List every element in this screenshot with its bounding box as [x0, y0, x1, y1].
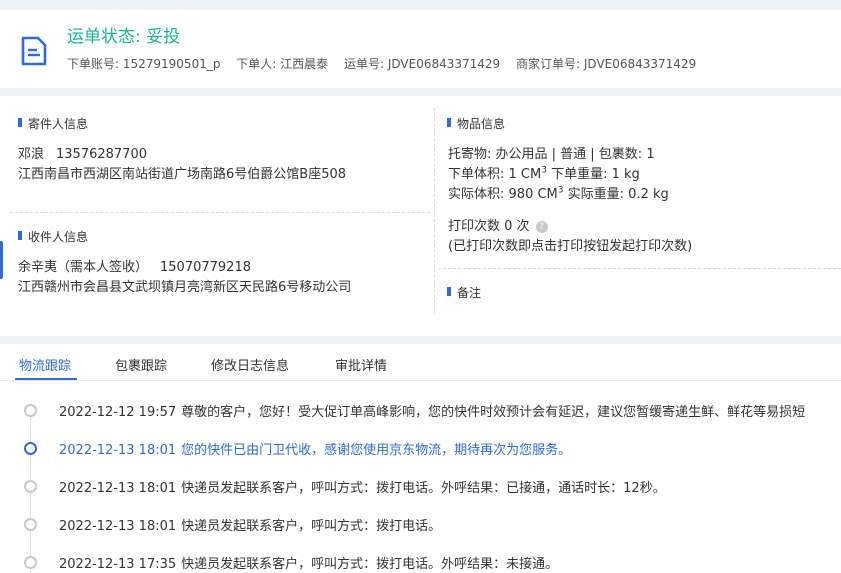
sender-contact: 邓浪 13576287700	[18, 143, 147, 162]
order-volume-exponent: 3	[541, 165, 547, 176]
event-text: 快递员发起联系客户，呼叫方式：拨打电话。外呼结果：已接通，通话时长：12秒。	[181, 481, 666, 496]
timeline-event: 2022-12-13 17:35 快递员发起联系客户，呼叫方式：拨打电话。外呼结果…	[0, 553, 841, 573]
goods-summary: 托寄物: 办公用品 | 普通 | 包裹数: 1	[448, 147, 655, 162]
document-icon	[21, 36, 47, 66]
waybill-status: 运单状态: 妥投	[67, 27, 181, 47]
order-volume-value: 1 CM	[508, 167, 542, 182]
actual-volume-label: 实际体积:	[448, 187, 505, 202]
timeline-dot	[24, 480, 37, 493]
event-text: 您的快件已由门卫代收，感谢您使用京东物流，期待再次为您服务。	[181, 443, 572, 458]
merchant-order-number: 商家订单号: JDVE06843371429	[516, 57, 697, 71]
sender-divider	[10, 212, 430, 213]
actual-weight: 实际重量: 0.2 kg	[567, 187, 669, 202]
timeline-event: 2022-12-12 19:57 尊敬的客户，您好！受大促订单高峰影响，您的快件时…	[0, 401, 841, 421]
goods-order-volume-weight: 下单体积: 1 CM3 下单重量: 1 kg	[448, 163, 640, 182]
sender-section-title: 寄件人信息	[18, 115, 88, 132]
receiver-phone: 15070779218	[160, 260, 251, 275]
receiver-name: 余辛夷（需本人签收）	[18, 260, 149, 275]
waybill-header: 运单状态: 妥投 下单账号: 15279190501_p 下单人: 江西晨泰 运…	[0, 10, 841, 88]
shipment-info: 寄件人信息 邓浪 13576287700 江西南昌市西湖区南站街道广场南路6号伯爵…	[0, 96, 841, 336]
side-tab-indicator[interactable]	[0, 241, 3, 279]
tab-approval-details[interactable]: 审批详情	[335, 355, 387, 374]
tab-bar: 物流跟踪 包裹跟踪 修改日志信息 审批详情	[0, 344, 841, 382]
timeline-event: 2022-12-13 18:01 快递员发起联系客户，呼叫方式：拨打电话。	[0, 515, 841, 535]
waybill-meta: 下单账号: 15279190501_p 下单人: 江西晨泰 运单号: JDVE0…	[67, 55, 708, 72]
tab-package-tracking[interactable]: 包裹跟踪	[115, 355, 167, 374]
receiver-section-title: 收件人信息	[18, 228, 88, 245]
print-count: 打印次数 0 次	[448, 219, 530, 234]
help-icon[interactable]: ?	[535, 221, 548, 233]
timeline-event-latest: 2022-12-13 18:01 您的快件已由门卫代收，感谢您使用京东物流，期待再…	[0, 439, 841, 459]
sender-phone: 13576287700	[56, 147, 147, 162]
event-time: 2022-12-13 18:01	[59, 481, 177, 496]
order-volume-label: 下单体积:	[448, 167, 505, 182]
actual-volume-value: 980 CM	[508, 187, 558, 202]
timeline-dot	[24, 556, 37, 569]
event-text: 快递员发起联系客户，呼叫方式：拨打电话。	[181, 519, 442, 534]
event-text: 尊敬的客户，您好！受大促订单高峰影响，您的快件时效预计会有延迟，建议您暂缓寄递生…	[181, 405, 806, 420]
event-time: 2022-12-13 18:01	[59, 443, 177, 458]
goods-actual-volume-weight: 实际体积: 980 CM3 实际重量: 0.2 kg	[448, 183, 669, 202]
order-account: 下单账号: 15279190501_p	[67, 57, 221, 71]
receiver-address: 江西赣州市会昌县文武坝镇月亮湾新区天民路6号移动公司	[18, 280, 352, 295]
orderer: 下单人: 江西晨泰	[236, 57, 329, 71]
tab-bar-border	[0, 380, 841, 381]
order-weight: 下单重量: 1 kg	[551, 167, 640, 182]
tracking-panel: 物流跟踪 包裹跟踪 修改日志信息 审批详情 2022-12-12 19:57 尊敬…	[0, 344, 841, 573]
timeline-dot	[24, 404, 37, 417]
print-note: (已打印次数即点击打印按钮发起打印次数)	[448, 239, 693, 254]
goods-section-title: 物品信息	[447, 115, 505, 132]
event-text: 快递员发起联系客户，呼叫方式：拨打电话。外呼结果：未接通。	[181, 557, 559, 572]
timeline-dot	[24, 442, 37, 455]
sender-name: 邓浪	[18, 147, 45, 162]
sender-address: 江西南昌市西湖区南站街道广场南路6号伯爵公馆B座508	[18, 167, 347, 182]
waybill-number: 运单号: JDVE06843371429	[343, 57, 501, 71]
event-time: 2022-12-13 17:35	[59, 557, 177, 572]
print-count-row: 打印次数 0 次?	[448, 215, 548, 234]
timeline-event: 2022-12-13 18:01 快递员发起联系客户，呼叫方式：拨打电话。外呼结果…	[0, 477, 841, 497]
event-time: 2022-12-12 19:57	[59, 405, 177, 420]
tab-modification-log[interactable]: 修改日志信息	[211, 355, 289, 374]
column-divider	[434, 108, 435, 313]
remark-section-title: 备注	[447, 284, 481, 301]
tab-logistics-tracking[interactable]: 物流跟踪	[19, 355, 71, 374]
receiver-contact: 余辛夷（需本人签收） 15070779218	[18, 256, 251, 275]
event-time: 2022-12-13 18:01	[59, 519, 177, 534]
actual-volume-exponent: 3	[557, 185, 564, 196]
goods-divider	[438, 268, 841, 269]
timeline-dot	[24, 518, 37, 531]
